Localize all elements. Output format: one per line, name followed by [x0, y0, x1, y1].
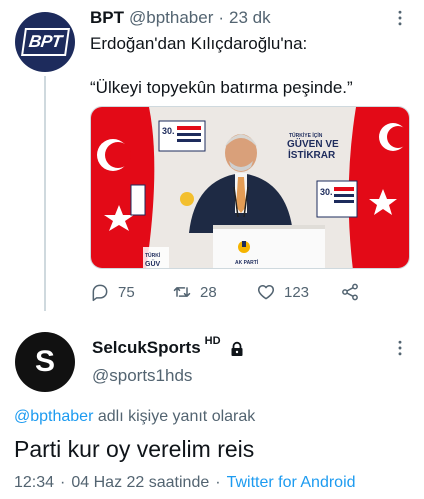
- podium: [213, 225, 325, 268]
- svg-text:30.: 30.: [320, 187, 333, 197]
- more-options-icon[interactable]: [390, 8, 410, 28]
- reply-mention-link[interactable]: @bpthaber: [14, 408, 93, 425]
- author-name[interactable]: BPT: [90, 8, 124, 28]
- badge-number: 30.: [162, 126, 175, 136]
- retweet-icon: [173, 287, 191, 297]
- lock-icon: [231, 341, 243, 356]
- svg-text:GÜV: GÜV: [145, 259, 161, 268]
- like-button[interactable]: 123: [256, 282, 309, 302]
- tweet-actions: 75 28 123: [90, 282, 370, 302]
- separator-dot: ·: [60, 474, 66, 491]
- separator-dot: ·: [218, 8, 225, 27]
- reply-count: 75: [118, 283, 135, 301]
- reply-icon: [92, 284, 108, 302]
- banner-line-1: TÜRKİYE İÇİN: [289, 132, 323, 139]
- media-scene: TÜRKİ GÜV 30. TÜRKİYE İÇİN GÜVEN VE İSTİ…: [91, 107, 409, 268]
- author-name-row[interactable]: SelcukSports HD: [92, 335, 245, 358]
- banner-line-2: GÜVEN VE: [287, 137, 339, 150]
- tweet-date[interactable]: 04 Haz 22 saatinde: [71, 474, 209, 492]
- tweet-text-line-2: “Ülkeyi topyekûn batırma peşinde.”: [90, 78, 353, 97]
- avatar[interactable]: BPT: [15, 12, 75, 72]
- tweet-time[interactable]: 23 dk: [229, 8, 271, 28]
- tweet-source-link[interactable]: Twitter for Android: [227, 474, 356, 492]
- parent-tweet-header: BPT @bpthaber · 23 dk: [90, 8, 271, 28]
- author-name-sup: HD: [204, 335, 221, 347]
- author-handle[interactable]: @sports1hds: [92, 366, 192, 386]
- share-icon: [342, 283, 358, 301]
- avatar-letter: S: [34, 345, 55, 378]
- reply-button[interactable]: 75: [90, 282, 135, 302]
- tweet-text: Parti kur oy verelim reis: [14, 436, 255, 462]
- more-options-icon[interactable]: [390, 338, 410, 358]
- heart-icon: [257, 285, 275, 300]
- retweet-button[interactable]: 28: [172, 282, 217, 302]
- podium-text: AK PARTİ: [235, 259, 259, 266]
- avatar[interactable]: S: [15, 332, 75, 392]
- reply-context-text: adlı kişiye yanıt olarak: [97, 408, 256, 425]
- retweet-count: 28: [200, 283, 217, 301]
- tweet-time[interactable]: 12:34: [14, 474, 54, 492]
- bpt-logo: BPT: [20, 28, 70, 56]
- like-count: 123: [284, 283, 310, 301]
- tweet-media-image[interactable]: TÜRKİ GÜV 30. TÜRKİYE İÇİN GÜVEN VE İSTİ…: [90, 106, 410, 269]
- tweet-meta: 12:34 · 04 Haz 22 saatinde · Twitter for…: [14, 474, 356, 492]
- banner-line-3: İSTİKRAR: [288, 148, 336, 161]
- tweet-text-line-1: Erdoğan'dan Kılıçdaroğlu'na:: [90, 34, 308, 53]
- author-handle[interactable]: @bpthaber: [129, 8, 213, 28]
- svg-text:TÜRKİ: TÜRKİ: [145, 252, 161, 259]
- separator-dot: ·: [215, 474, 221, 491]
- share-button[interactable]: [340, 282, 360, 302]
- author-name: SelcukSports: [92, 338, 201, 357]
- thread-connector-line: [44, 76, 46, 311]
- reply-context: @bpthaber adlı kişiye yanıt olarak: [14, 408, 255, 426]
